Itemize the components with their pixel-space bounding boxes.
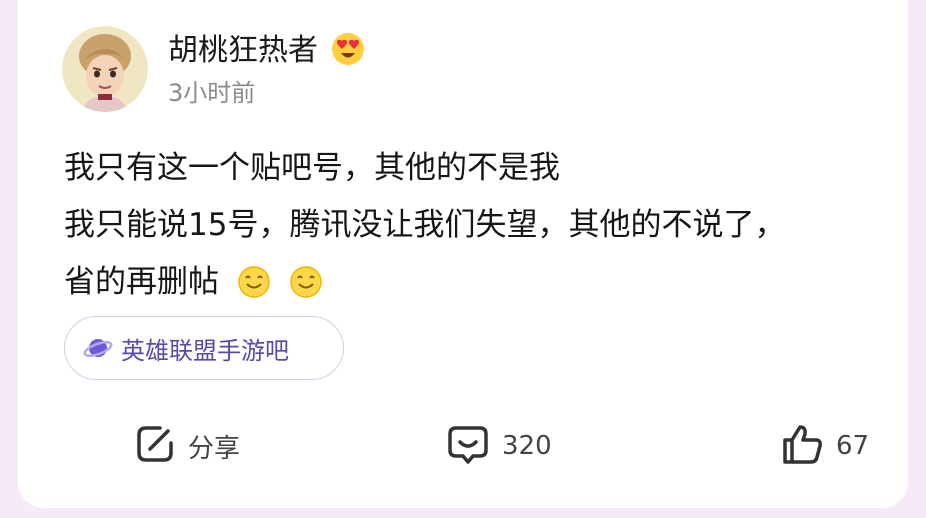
planet-icon: [83, 333, 113, 363]
share-button[interactable]: 分享: [134, 424, 240, 468]
share-label: 分享: [188, 433, 241, 464]
share-icon: [134, 423, 176, 469]
avatar[interactable]: [62, 26, 148, 112]
smile-emoji-icon: [237, 261, 271, 318]
smile-emoji-icon: [289, 261, 323, 318]
post-time: 3小时前: [168, 79, 256, 107]
username[interactable]: 胡桃狂热者: [168, 31, 366, 78]
comment-count: 320: [502, 431, 552, 461]
post-line: 我只能说15号，腾讯没让我们失望，其他的不说了，: [64, 207, 786, 243]
forum-tag[interactable]: 英雄联盟手游吧: [64, 316, 344, 380]
post-content: 我只有这一个贴吧号，其他的不是我 我只能说15号，腾讯没让我们失望，其他的不说了…: [64, 140, 914, 318]
like-button[interactable]: 67: [780, 424, 869, 468]
post-line-last: 省的再删帖: [64, 254, 914, 318]
heart-eyes-emoji-icon: [330, 31, 366, 78]
like-count: 67: [836, 431, 870, 461]
thumbs-up-icon: [780, 422, 824, 470]
comment-icon: [446, 422, 490, 470]
post-line: 我只有这一个贴吧号，其他的不是我: [64, 150, 560, 186]
post-card[interactable]: 胡桃狂热者 3小时前 我只有这一个贴吧号，其他的不是我 我只能说15号，腾讯没让…: [18, 0, 908, 508]
username-text: 胡桃狂热者: [168, 33, 318, 68]
post-line: 省的再删帖: [64, 264, 219, 300]
forum-name: 英雄联盟手游吧: [121, 336, 289, 365]
comment-button[interactable]: 320: [446, 424, 552, 468]
